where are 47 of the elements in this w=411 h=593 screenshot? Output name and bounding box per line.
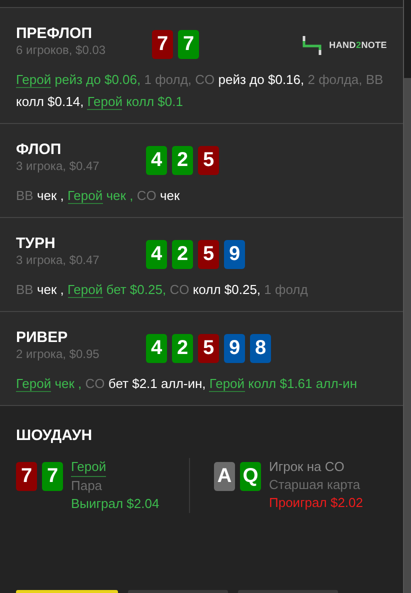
playing-card: 8 — [250, 334, 271, 363]
action-line: Герой рейз до $0.06, 1 фолд, CO рейз до $0.16, 2 фолда, BB колл $0.14, Герой колл $0.1 — [16, 71, 384, 112]
street-title: ПРЕФЛОП — [16, 24, 93, 43]
playing-card: 4 — [146, 240, 167, 269]
hand-rank: Пара — [71, 477, 102, 495]
player-link[interactable]: Герой — [87, 94, 122, 110]
playing-card: 5 — [198, 146, 219, 175]
hand-rank: Старшая карта — [269, 476, 360, 494]
player-link[interactable]: Герой — [68, 282, 103, 298]
playing-card: 4 — [146, 334, 167, 363]
logo-icon — [301, 34, 324, 56]
street-info: 2 игрока, $0.95 — [16, 347, 100, 361]
player-link[interactable]: Герой — [16, 72, 52, 88]
playing-card: 2 — [172, 334, 193, 363]
scrollbar[interactable] — [403, 0, 411, 593]
street-info: 3 игрока, $0.47 — [16, 253, 100, 267]
playing-card: 2 — [172, 146, 193, 175]
playing-card: 7 — [152, 30, 173, 59]
playing-card: Q — [240, 462, 261, 491]
showdown-title: ШОУДАУН — [16, 426, 94, 445]
playing-card: 7 — [16, 462, 37, 491]
playing-card: 7 — [42, 462, 63, 491]
action-line: BB чек , Герой чек , CO чек — [16, 187, 181, 206]
player-link[interactable]: Герой — [68, 188, 103, 204]
action-button[interactable] — [16, 590, 118, 593]
player-name: Игрок на CO — [269, 458, 344, 476]
playing-card: 7 — [178, 30, 199, 59]
result-text: Выиграл $2.04 — [71, 495, 160, 513]
result-text: Проиграл $2.02 — [269, 494, 363, 512]
player-link[interactable]: Герой — [209, 376, 245, 392]
playing-card: 9 — [224, 240, 245, 269]
playing-card: 9 — [224, 334, 245, 363]
street-title: РИВЕР — [16, 328, 69, 347]
action-line: Герой чек , CO бет $2.1 алл-ин, Герой колл $1.61 алл-ин — [16, 375, 358, 394]
action-line: BB чек , Герой бет $0.25, CO колл $0.25, 1 фолд — [16, 281, 309, 300]
playing-card: 2 — [172, 240, 193, 269]
playing-card: 4 — [146, 146, 167, 175]
playing-card: 5 — [198, 240, 219, 269]
playing-card: A — [214, 462, 235, 491]
player-link[interactable]: Герой — [71, 458, 106, 477]
street-info: 3 игрока, $0.47 — [16, 159, 100, 173]
street-title: ФЛОП — [16, 140, 62, 159]
logo-text: HAND2NOTE — [329, 40, 387, 50]
street-info: 6 игроков, $0.03 — [16, 43, 107, 57]
player-link[interactable]: Герой — [16, 376, 52, 392]
street-title: ТУРН — [16, 234, 56, 253]
playing-card: 5 — [198, 334, 219, 363]
